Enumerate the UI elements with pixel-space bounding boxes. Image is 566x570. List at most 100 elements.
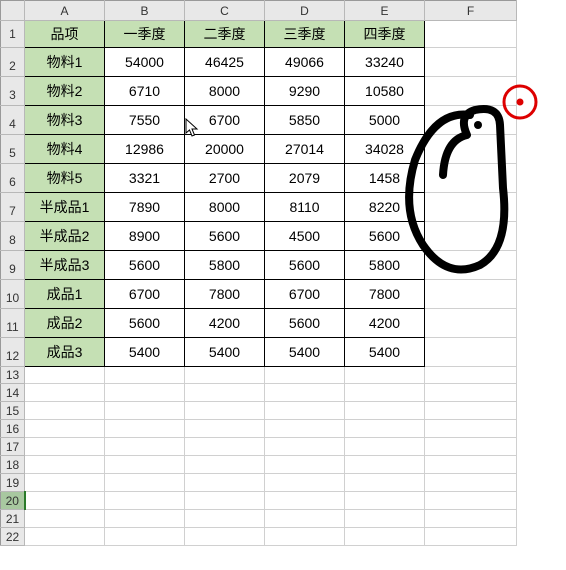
cell[interactable] [25,367,105,384]
cell[interactable] [265,528,345,546]
cell[interactable] [425,135,517,164]
cell[interactable] [265,474,345,492]
data-cell[interactable]: 20000 [185,135,265,164]
cell[interactable] [185,420,265,438]
spreadsheet-grid[interactable]: ABCDEF1品项一季度二季度三季度四季度2物料1540004642549066… [0,0,517,546]
data-cell[interactable]: 2700 [185,164,265,193]
cell[interactable] [425,309,517,338]
cell[interactable] [105,456,185,474]
cell[interactable] [25,528,105,546]
data-cell[interactable]: 7800 [185,280,265,309]
data-cell[interactable]: 7800 [345,280,425,309]
col-header-E[interactable]: E [345,1,425,21]
cell[interactable] [105,438,185,456]
row-label[interactable]: 物料2 [25,77,105,106]
data-cell[interactable]: 5400 [185,338,265,367]
cell[interactable] [25,474,105,492]
row-header-2[interactable]: 2 [1,48,25,77]
data-cell[interactable]: 5400 [105,338,185,367]
data-cell[interactable]: 27014 [265,135,345,164]
cell[interactable] [265,456,345,474]
row-label[interactable]: 半成品1 [25,193,105,222]
data-cell[interactable]: 2079 [265,164,345,193]
table-header[interactable]: 四季度 [345,21,425,48]
data-cell[interactable]: 6700 [185,106,265,135]
row-header-11[interactable]: 11 [1,309,25,338]
cell[interactable] [265,510,345,528]
cell[interactable] [425,420,517,438]
data-cell[interactable]: 5400 [345,338,425,367]
data-cell[interactable]: 6700 [265,280,345,309]
data-cell[interactable]: 5850 [265,106,345,135]
row-header-18[interactable]: 18 [1,456,25,474]
cell[interactable] [425,367,517,384]
data-cell[interactable]: 5600 [105,309,185,338]
data-cell[interactable]: 4200 [345,309,425,338]
data-cell[interactable]: 4500 [265,222,345,251]
cell[interactable] [345,438,425,456]
row-label[interactable]: 成品3 [25,338,105,367]
col-header-C[interactable]: C [185,1,265,21]
row-header-13[interactable]: 13 [1,367,25,384]
row-header-21[interactable]: 21 [1,510,25,528]
row-label[interactable]: 成品2 [25,309,105,338]
cell[interactable] [425,48,517,77]
cell[interactable] [345,492,425,510]
cell[interactable] [345,528,425,546]
cell[interactable] [425,21,517,48]
cell[interactable] [425,106,517,135]
data-cell[interactable]: 12986 [105,135,185,164]
cell[interactable] [425,251,517,280]
cell[interactable] [105,367,185,384]
data-cell[interactable]: 8220 [345,193,425,222]
data-cell[interactable]: 46425 [185,48,265,77]
row-label[interactable]: 物料4 [25,135,105,164]
cell[interactable] [425,474,517,492]
data-cell[interactable]: 5000 [345,106,425,135]
row-header-1[interactable]: 1 [1,21,25,48]
cell[interactable] [265,438,345,456]
data-cell[interactable]: 6700 [105,280,185,309]
col-header-D[interactable]: D [265,1,345,21]
cell[interactable] [345,402,425,420]
cell[interactable] [25,402,105,420]
cell[interactable] [185,438,265,456]
cell[interactable] [425,280,517,309]
cell[interactable] [425,222,517,251]
cell[interactable] [345,456,425,474]
data-cell[interactable]: 5400 [265,338,345,367]
data-cell[interactable]: 5600 [265,309,345,338]
row-header-12[interactable]: 12 [1,338,25,367]
row-label[interactable]: 物料3 [25,106,105,135]
cell[interactable] [425,193,517,222]
data-cell[interactable]: 54000 [105,48,185,77]
data-cell[interactable]: 9290 [265,77,345,106]
cell[interactable] [105,510,185,528]
row-header-10[interactable]: 10 [1,280,25,309]
data-cell[interactable]: 8000 [185,77,265,106]
cell[interactable] [105,402,185,420]
cell[interactable] [425,456,517,474]
cell[interactable] [425,402,517,420]
data-cell[interactable]: 5800 [185,251,265,280]
cell[interactable] [265,402,345,420]
row-header-8[interactable]: 8 [1,222,25,251]
cell[interactable] [425,510,517,528]
data-cell[interactable]: 8900 [105,222,185,251]
data-cell[interactable]: 5800 [345,251,425,280]
cell[interactable] [105,474,185,492]
row-header-22[interactable]: 22 [1,528,25,546]
data-cell[interactable]: 1458 [345,164,425,193]
cell[interactable] [265,367,345,384]
data-cell[interactable]: 10580 [345,77,425,106]
table-header[interactable]: 二季度 [185,21,265,48]
cell[interactable] [25,420,105,438]
col-header-A[interactable]: A [25,1,105,21]
cell[interactable] [185,510,265,528]
row-header-9[interactable]: 9 [1,251,25,280]
cell[interactable] [25,438,105,456]
cell[interactable] [265,492,345,510]
cell[interactable] [185,492,265,510]
cell[interactable] [105,384,185,402]
cell[interactable] [185,474,265,492]
